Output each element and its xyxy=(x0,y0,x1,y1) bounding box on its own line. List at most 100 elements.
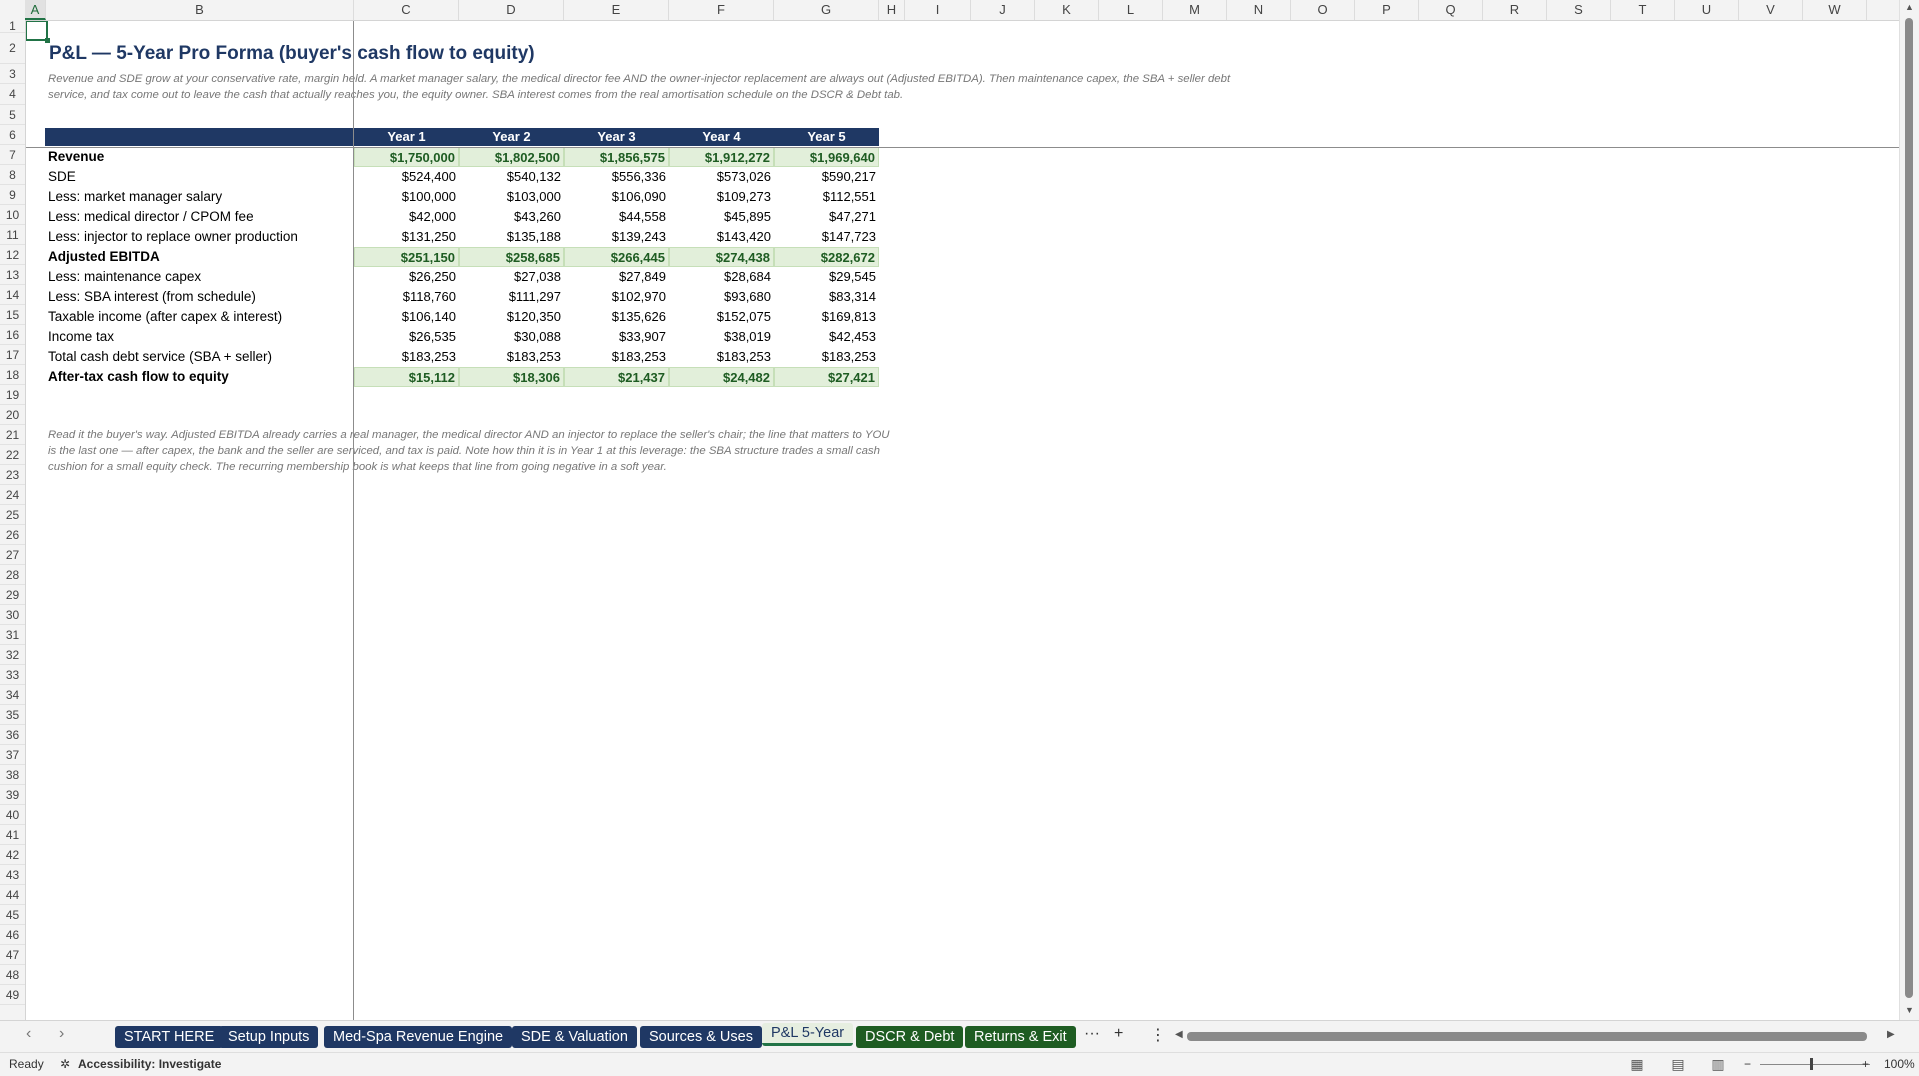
col-header-p[interactable]: P xyxy=(1355,0,1419,20)
col-header-h[interactable]: H xyxy=(879,0,905,20)
page-break-preview-icon[interactable]: ▥ xyxy=(1709,1056,1727,1072)
value-cell[interactable]: $524,400 xyxy=(354,167,459,187)
value-cell[interactable]: $135,626 xyxy=(564,307,669,327)
zoom-out-icon[interactable]: − xyxy=(1744,1057,1751,1071)
value-cell[interactable]: $152,075 xyxy=(669,307,774,327)
row-label[interactable]: Adjusted EBITDA xyxy=(48,247,160,267)
value-cell[interactable]: $45,895 xyxy=(669,207,774,227)
row-header[interactable]: 11 xyxy=(0,225,25,245)
value-cell[interactable]: $106,140 xyxy=(354,307,459,327)
row-label[interactable]: Income tax xyxy=(48,327,114,347)
row-header[interactable]: 15 xyxy=(0,305,25,325)
value-cell[interactable]: $93,680 xyxy=(669,287,774,307)
value-cell[interactable]: $251,150 xyxy=(354,247,459,267)
row-header[interactable]: 9 xyxy=(0,185,25,205)
zoom-level[interactable]: 100% xyxy=(1884,1057,1915,1071)
scroll-up-icon[interactable]: ▲ xyxy=(1900,2,1919,12)
row-label[interactable]: Less: medical director / CPOM fee xyxy=(48,207,254,227)
scroll-down-icon[interactable]: ▼ xyxy=(1900,1005,1919,1015)
value-cell[interactable]: $42,000 xyxy=(354,207,459,227)
row-header[interactable]: 37 xyxy=(0,745,25,765)
col-header-f[interactable]: F xyxy=(669,0,774,20)
worksheet-grid[interactable]: P&L — 5-Year Pro Forma (buyer's cash flo… xyxy=(26,21,1900,1020)
row-header[interactable]: 40 xyxy=(0,805,25,825)
page-layout-view-icon[interactable]: ▤ xyxy=(1669,1056,1687,1072)
row-header[interactable]: 20 xyxy=(0,405,25,425)
value-cell[interactable]: $27,038 xyxy=(459,267,564,287)
value-cell[interactable]: $21,437 xyxy=(564,367,669,387)
row-header[interactable]: 43 xyxy=(0,865,25,885)
accessibility-icon[interactable]: ✲ xyxy=(60,1057,70,1071)
row-header[interactable]: 12 xyxy=(0,245,25,265)
row-header[interactable]: 5 xyxy=(0,105,25,125)
col-header-q[interactable]: Q xyxy=(1419,0,1483,20)
value-cell[interactable]: $30,088 xyxy=(459,327,564,347)
row-header[interactable]: 1 xyxy=(0,20,25,33)
row-header[interactable]: 48 xyxy=(0,965,25,985)
row-header[interactable]: 32 xyxy=(0,645,25,665)
value-cell[interactable]: $112,551 xyxy=(774,187,879,207)
scroll-left-icon[interactable]: ◀ xyxy=(1175,1029,1183,1040)
scroll-right-icon[interactable]: ▶ xyxy=(1887,1029,1895,1040)
value-cell[interactable]: $47,271 xyxy=(774,207,879,227)
row-label[interactable]: Less: injector to replace owner producti… xyxy=(48,227,298,247)
value-cell[interactable]: $33,907 xyxy=(564,327,669,347)
col-header-n[interactable]: N xyxy=(1227,0,1291,20)
row-header[interactable]: 17 xyxy=(0,345,25,365)
tab-pnl-5-year[interactable]: P&L 5-Year xyxy=(762,1023,854,1046)
row-label[interactable]: After-tax cash flow to equity xyxy=(48,367,229,387)
zoom-slider-knob[interactable] xyxy=(1810,1058,1813,1070)
tab-sources-uses[interactable]: Sources & Uses xyxy=(640,1026,762,1048)
row-header[interactable]: 39 xyxy=(0,785,25,805)
value-cell[interactable]: $282,672 xyxy=(774,247,879,267)
col-header-o[interactable]: O xyxy=(1291,0,1355,20)
row-header[interactable]: 6 xyxy=(0,125,25,145)
value-cell[interactable]: $42,453 xyxy=(774,327,879,347)
value-cell[interactable]: $27,849 xyxy=(564,267,669,287)
row-header[interactable]: 30 xyxy=(0,605,25,625)
add-sheet-icon[interactable]: + xyxy=(1114,1025,1123,1043)
value-cell[interactable]: $143,420 xyxy=(669,227,774,247)
value-cell[interactable]: $1,912,272 xyxy=(669,147,774,167)
value-cell[interactable]: $24,482 xyxy=(669,367,774,387)
row-header[interactable]: 7 xyxy=(0,145,25,165)
row-header[interactable]: 23 xyxy=(0,465,25,485)
col-header-u[interactable]: U xyxy=(1675,0,1739,20)
horizontal-scroll-thumb[interactable] xyxy=(1187,1032,1867,1041)
value-cell[interactable]: $44,558 xyxy=(564,207,669,227)
value-cell[interactable]: $28,684 xyxy=(669,267,774,287)
col-header-d[interactable]: D xyxy=(459,0,564,20)
value-cell[interactable]: $102,970 xyxy=(564,287,669,307)
row-header[interactable]: 46 xyxy=(0,925,25,945)
value-cell[interactable]: $540,132 xyxy=(459,167,564,187)
row-header[interactable]: 25 xyxy=(0,505,25,525)
value-cell[interactable]: $15,112 xyxy=(354,367,459,387)
row-header[interactable]: 21 xyxy=(0,425,25,445)
col-header-e[interactable]: E xyxy=(564,0,669,20)
row-header[interactable]: 10 xyxy=(0,205,25,225)
col-header-t[interactable]: T xyxy=(1611,0,1675,20)
zoom-in-icon[interactable]: + xyxy=(1862,1057,1869,1071)
col-header-w[interactable]: W xyxy=(1803,0,1867,20)
row-header[interactable]: 2 xyxy=(0,33,25,64)
tab-scroll-left-icon[interactable]: ‹ xyxy=(26,1025,31,1043)
value-cell[interactable]: $109,273 xyxy=(669,187,774,207)
value-cell[interactable]: $556,336 xyxy=(564,167,669,187)
value-cell[interactable]: $183,253 xyxy=(774,347,879,367)
value-cell[interactable]: $131,250 xyxy=(354,227,459,247)
value-cell[interactable]: $258,685 xyxy=(459,247,564,267)
value-cell[interactable]: $573,026 xyxy=(669,167,774,187)
col-header-b[interactable]: B xyxy=(46,0,354,20)
col-header-j[interactable]: J xyxy=(971,0,1035,20)
value-cell[interactable]: $43,260 xyxy=(459,207,564,227)
tab-returns-exit[interactable]: Returns & Exit xyxy=(965,1026,1076,1048)
select-all-corner[interactable] xyxy=(0,0,26,20)
row-header[interactable]: 14 xyxy=(0,285,25,305)
value-cell[interactable]: $274,438 xyxy=(669,247,774,267)
value-cell[interactable]: $29,545 xyxy=(774,267,879,287)
col-header-i[interactable]: I xyxy=(905,0,971,20)
row-header[interactable]: 31 xyxy=(0,625,25,645)
value-cell[interactable]: $183,253 xyxy=(564,347,669,367)
value-cell[interactable]: $26,535 xyxy=(354,327,459,347)
accessibility-status[interactable]: Accessibility: Investigate xyxy=(78,1057,221,1071)
